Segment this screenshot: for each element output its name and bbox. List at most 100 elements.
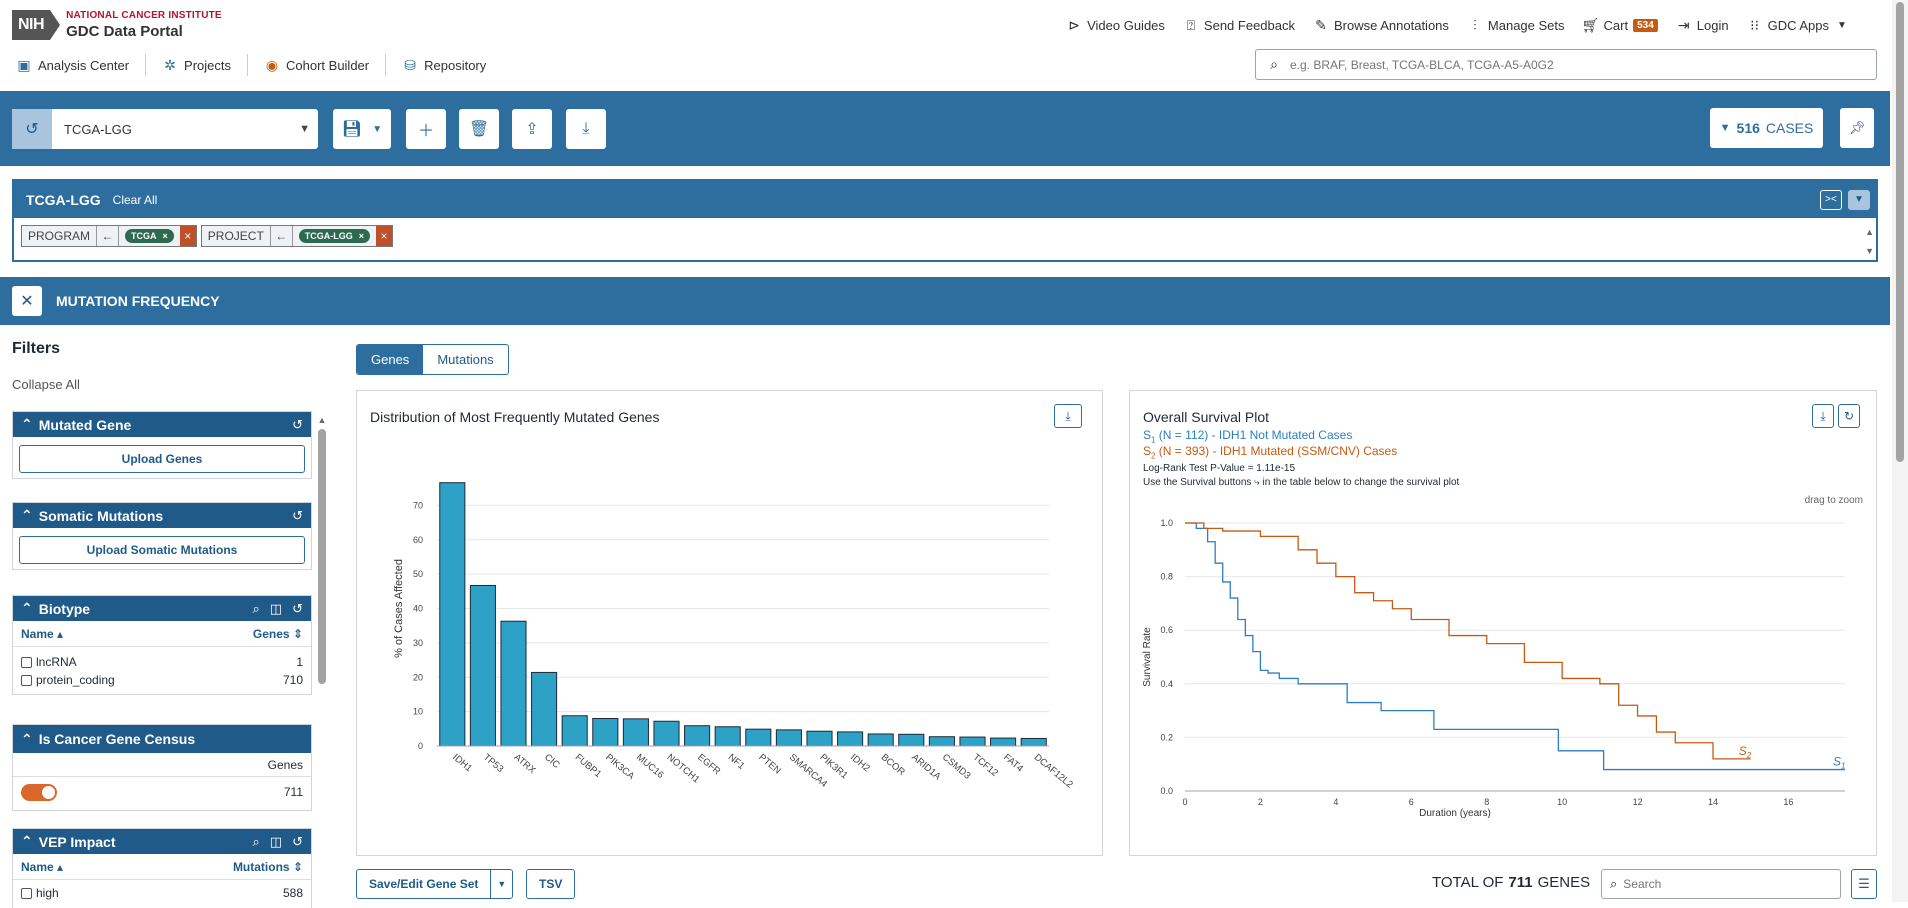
y-tick-label: 1.0 <box>1160 518 1173 528</box>
close-analysis-button[interactable]: ✕ <box>12 286 42 316</box>
tsv-button[interactable]: TSV <box>526 869 576 899</box>
remove-value-icon[interactable]: × <box>163 231 168 241</box>
table-search-input[interactable] <box>1623 877 1824 891</box>
chevron-up-icon[interactable]: ⌃ <box>21 416 33 433</box>
facet-row[interactable]: lncRNA 1 <box>13 653 311 671</box>
census-toggle[interactable] <box>21 783 57 801</box>
clear-all-link[interactable]: Clear All <box>113 193 158 207</box>
gdc-apps-menu[interactable]: ⁝⁝ GDC Apps ▼ <box>1747 17 1850 33</box>
remove-filter-button[interactable]: × <box>376 226 393 246</box>
filter-value-pill[interactable]: TCGA × <box>125 229 174 243</box>
database-icon: ⛁ <box>404 56 416 73</box>
video-guides-label: Video Guides <box>1087 17 1165 33</box>
chevron-down-icon[interactable]: ▼ <box>490 870 512 898</box>
tab-mutations[interactable]: Mutations <box>423 345 507 374</box>
sort-count-header[interactable]: Mutations ⇕ <box>233 860 303 874</box>
filters-scrollbar[interactable]: ▲ <box>316 415 328 902</box>
search-icon: ⌕ <box>1270 56 1278 72</box>
scroll-thumb[interactable] <box>318 429 326 684</box>
x-tick-label: 16 <box>1783 797 1793 807</box>
portal-name: GDC Data Portal <box>66 23 183 40</box>
filter-value-pill[interactable]: TCGA-LGG × <box>298 229 371 243</box>
collapse-query-icon[interactable]: >< <box>1820 189 1842 210</box>
delete-cohort-button[interactable]: 🗑︎ <box>459 109 499 149</box>
cases-count-button[interactable]: ▼ 516 CASES <box>1710 108 1823 148</box>
table-search[interactable]: ⌕ <box>1601 869 1841 899</box>
bar-atrx <box>500 620 527 747</box>
sort-count-header[interactable]: Genes ⇕ <box>253 627 303 641</box>
survival-chart[interactable]: 0.0 0.2 0.4 0.6 0.8 1.0 0 2 4 6 8 10 12 14 16 Duration … <box>1130 511 1876 851</box>
remove-filter-button[interactable]: × <box>179 226 196 246</box>
gdc-logo[interactable]: NIH NATIONAL CANCER INSTITUTE GDC Data P… <box>12 10 222 40</box>
checkbox[interactable] <box>21 888 32 900</box>
checkbox[interactable] <box>21 657 32 669</box>
undo-icon[interactable]: ↺ <box>12 109 52 149</box>
filters-panel: Filters Collapse All ▲ ⌃ Mutated Gene ↺ Up… <box>0 325 330 908</box>
column-settings-button[interactable]: ☰ <box>1851 869 1877 899</box>
gdc-apps-label: GDC Apps <box>1767 17 1829 33</box>
import-cohort-button[interactable]: ⇪ <box>512 109 552 149</box>
facet-row[interactable]: protein_coding 710 <box>13 671 311 689</box>
trash-icon: 🗑︎ <box>468 121 490 138</box>
bar-fubp1 <box>561 715 588 747</box>
mutated-gene-card: ⌃ Mutated Gene ↺ Upload Genes <box>12 411 312 479</box>
quick-search-input[interactable] <box>1290 57 1850 72</box>
reset-icon[interactable]: ↺ <box>292 834 303 850</box>
tab-genes[interactable]: Genes <box>357 345 424 374</box>
chevron-up-icon[interactable]: ⌃ <box>21 731 33 748</box>
upload-genes-button[interactable]: Upload Genes <box>19 445 305 473</box>
manage-sets-link[interactable]: ⫶ Manage Sets <box>1467 17 1564 33</box>
chevron-up-icon[interactable]: ⌃ <box>21 833 33 850</box>
download-icon: ⤓ <box>1820 408 1826 423</box>
download-chart-button[interactable]: ⤓ <box>1054 404 1082 428</box>
nav-repository[interactable]: ⛁ Repository <box>386 54 502 76</box>
save-cohort-button[interactable]: 💾︎ ▼ <box>333 109 391 149</box>
chevron-up-icon[interactable]: ⌃ <box>21 507 33 524</box>
s2-legend[interactable]: S2 (N = 393) - IDH1 Mutated (SSM/CNV) Ca… <box>1143 444 1397 460</box>
bar-pten <box>745 728 772 747</box>
query-scroll[interactable]: ▲ ▼ <box>1865 223 1874 261</box>
y-tick-label: 0.6 <box>1160 625 1173 635</box>
quick-search[interactable]: ⌕ <box>1255 49 1877 80</box>
bar-idh1 <box>439 482 466 747</box>
export-cohort-button[interactable]: ⤓ <box>566 109 606 149</box>
arrow-left-icon[interactable]: ← <box>97 226 120 246</box>
remove-value-icon[interactable]: × <box>359 231 364 241</box>
page-scroll-thumb[interactable] <box>1896 2 1904 462</box>
expand-query-icon[interactable]: ▼ <box>1848 189 1870 210</box>
arrow-left-icon[interactable]: ← <box>271 226 293 246</box>
reset-icon[interactable]: ↺ <box>292 601 303 617</box>
search-icon[interactable]: ⌕ <box>253 601 260 617</box>
send-feedback-link[interactable]: ⍰ Send Feedback <box>1183 17 1295 33</box>
flip-icon[interactable]: ◫ <box>270 601 282 617</box>
nav-cohort-builder[interactable]: ◉ Cohort Builder <box>248 54 387 76</box>
cohort-selector[interactable]: ↺ TCGA-LGG ▼ <box>12 109 318 149</box>
download-survival-button[interactable]: ⤓ <box>1812 404 1834 428</box>
pin-button[interactable]: 📌︎ <box>1840 108 1874 148</box>
analysis-title: MUTATION FREQUENCY <box>56 293 220 309</box>
save-gene-set-button[interactable]: Save/Edit Gene Set ▼ <box>356 869 514 899</box>
reset-icon[interactable]: ↺ <box>292 417 303 433</box>
nav-analysis-center[interactable]: ▣ Analysis Center <box>14 54 147 76</box>
s1-legend[interactable]: S1 (N = 112) - IDH1 Not Mutated Cases <box>1143 428 1352 444</box>
upload-somatic-button[interactable]: Upload Somatic Mutations <box>19 536 305 564</box>
sort-name-header[interactable]: Name ▴ <box>21 860 63 874</box>
s1-legend-letter: S <box>1143 428 1152 442</box>
video-guides-link[interactable]: ⊳ Video Guides <box>1066 17 1165 33</box>
flip-icon[interactable]: ◫ <box>270 834 282 850</box>
nav-projects[interactable]: ✲ Projects <box>146 54 249 76</box>
cart-link[interactable]: 🛒︎ Cart 534 <box>1582 17 1658 33</box>
reset-survival-button[interactable]: ↻ <box>1838 404 1860 428</box>
add-cohort-button[interactable]: ＋ <box>406 109 446 149</box>
reset-icon[interactable]: ↺ <box>292 508 303 524</box>
browse-annotations-link[interactable]: ✎ Browse Annotations <box>1313 17 1449 33</box>
chevron-up-icon[interactable]: ⌃ <box>21 600 33 617</box>
sort-name-header[interactable]: Name ▴ <box>21 627 63 641</box>
login-link[interactable]: ⇥ Login <box>1676 17 1729 33</box>
collapse-all-link[interactable]: Collapse All <box>12 377 80 392</box>
curve-label-s1: S1 <box>1833 755 1845 771</box>
search-icon[interactable]: ⌕ <box>253 834 260 850</box>
checkbox[interactable] <box>21 675 32 687</box>
page-scrollbar[interactable] <box>1892 0 1908 902</box>
facet-row[interactable]: high 588 <box>13 884 311 902</box>
